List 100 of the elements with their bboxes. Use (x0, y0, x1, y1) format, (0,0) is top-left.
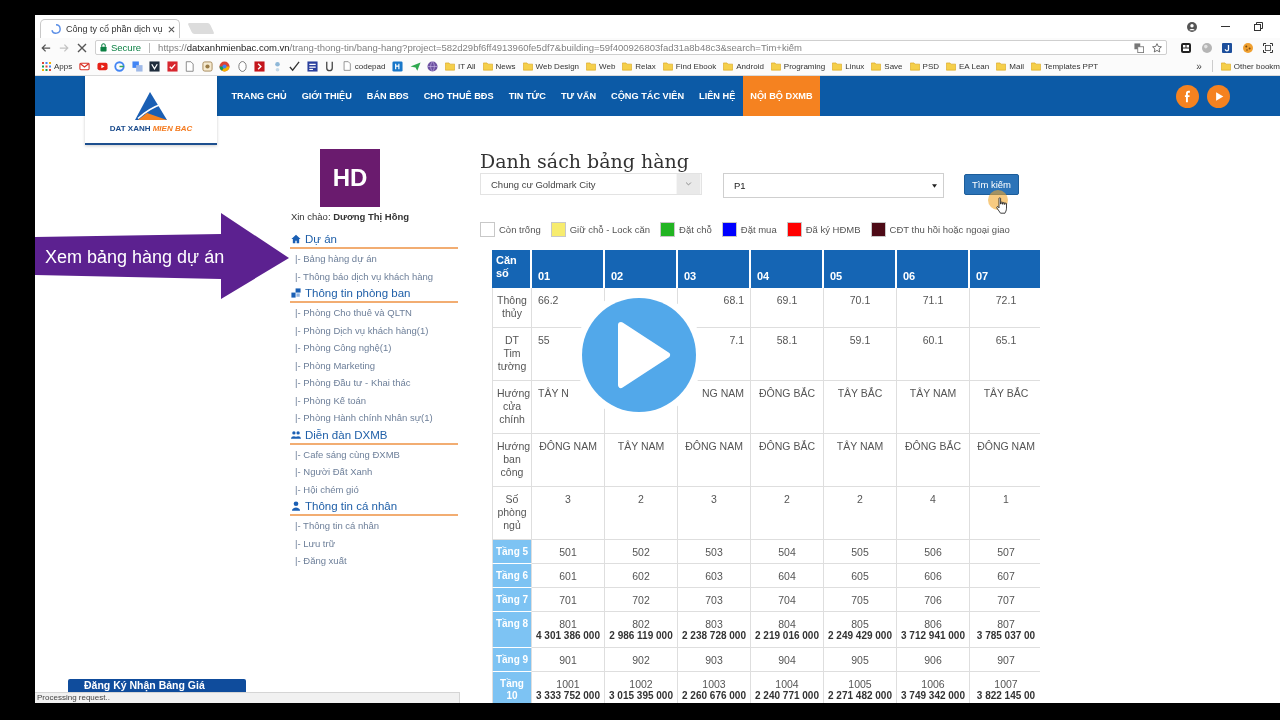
bookmark-link[interactable]: codepad (341, 61, 386, 71)
unit-number[interactable]: 701 (534, 594, 602, 606)
unit-number[interactable]: 506 (899, 546, 967, 558)
unit-number[interactable]: 707 (972, 594, 1040, 606)
unit-number[interactable]: 901 (534, 654, 602, 666)
translate-icon[interactable] (1134, 42, 1144, 53)
unit-number[interactable]: 801 (534, 618, 602, 630)
unit-number[interactable]: 805 (826, 618, 894, 630)
facebook-icon[interactable] (1176, 84, 1199, 108)
unit-number[interactable]: 1002 (607, 678, 675, 690)
bookmark-folder[interactable]: IT All (444, 61, 476, 71)
envelope-icon[interactable] (79, 60, 91, 72)
unit-number[interactable]: 803 (680, 618, 748, 630)
lines-tile-icon[interactable] (306, 60, 318, 72)
unit-number[interactable]: 1007 (972, 678, 1040, 690)
apps-link[interactable]: Apps (42, 61, 73, 71)
logo-card[interactable]: DAT XANH MIEN BAC (85, 76, 217, 145)
bookmark-folder[interactable]: Android (723, 61, 764, 71)
bookmark-folder[interactable]: EA Lean (946, 61, 990, 71)
menu-link[interactable]: |- Cafe sáng cùng ĐXMB (290, 445, 458, 463)
bookmark-folder[interactable]: News (482, 61, 516, 71)
unit-number[interactable]: 704 (753, 594, 821, 606)
unit-number[interactable]: 903 (680, 654, 748, 666)
tile-icon[interactable] (1181, 42, 1191, 53)
unit-number[interactable]: 607 (972, 570, 1040, 582)
more-bookmarks-button[interactable]: » (1196, 60, 1202, 72)
tick-icon[interactable] (289, 60, 301, 72)
nav-link[interactable]: TIN TỨC (501, 76, 554, 116)
tile-icon[interactable] (392, 60, 404, 72)
unit-number[interactable]: 804 (753, 618, 821, 630)
bookmark-folder[interactable]: Relax (622, 61, 656, 71)
unit-number[interactable]: 902 (607, 654, 675, 666)
unit-number[interactable]: 1003 (680, 678, 748, 690)
unit-number[interactable]: 505 (826, 546, 894, 558)
unit-number[interactable]: 705 (826, 594, 894, 606)
bookmark-folder[interactable]: Web Design (522, 61, 580, 71)
unit-number[interactable]: 904 (753, 654, 821, 666)
unit-number[interactable]: 503 (680, 546, 748, 558)
cup-icon[interactable] (324, 60, 336, 72)
project-dropdown[interactable]: Chung cư Goldmark City (480, 173, 702, 195)
unit-number[interactable]: 604 (753, 570, 821, 582)
unit-number[interactable]: 802 (607, 618, 675, 630)
register-button[interactable]: Đăng Ký Nhận Bảng Giá (68, 679, 246, 692)
unit-number[interactable]: 1004 (753, 678, 821, 690)
chevron-tile-icon[interactable] (254, 60, 266, 72)
unit-number[interactable]: 606 (899, 570, 967, 582)
cookie-icon[interactable] (1242, 42, 1253, 53)
frame-icon[interactable] (1263, 42, 1273, 53)
bookmark-folder[interactable]: Find Ebook (662, 61, 717, 71)
restore-icon[interactable] (1254, 22, 1263, 31)
unit-number[interactable]: 807 (972, 618, 1040, 630)
menu-link[interactable]: |- Thông tin cá nhân (290, 517, 458, 535)
menu-link[interactable]: |- Phòng Dịch vụ khách hàng(1) (290, 321, 458, 339)
unit-number[interactable]: 504 (753, 546, 821, 558)
menu-link[interactable]: |- Người Đất Xanh (290, 463, 458, 481)
tile-icon[interactable] (149, 60, 161, 72)
unit-number[interactable]: 905 (826, 654, 894, 666)
page-icon[interactable] (184, 60, 196, 72)
video-play-icon[interactable] (96, 60, 108, 72)
star-icon[interactable] (1152, 42, 1162, 53)
unit-number[interactable]: 601 (534, 570, 602, 582)
send-icon[interactable] (409, 60, 421, 72)
menu-link[interactable]: |- Đăng xuất (290, 552, 458, 570)
nav-link[interactable]: TƯ VẤN (553, 76, 604, 116)
unit-number[interactable]: 806 (899, 618, 967, 630)
ring-icon[interactable] (114, 60, 126, 72)
nav-link[interactable]: LIÊN HỆ (691, 76, 743, 116)
address-bar[interactable]: Secure https://datxanhmienbac.com.vn/trang-thong-tin/bang-hang?project=582d29bf6ff4913960fe5df7&building=59f400926803fad31a8b48c3&search=Tim+kiếm (95, 40, 1167, 55)
unit-number[interactable]: 1001 (534, 678, 602, 690)
globe-icon[interactable] (427, 60, 439, 72)
bookmark-folder[interactable]: Save (871, 61, 903, 71)
unit-number[interactable]: 507 (972, 546, 1040, 558)
nav-link[interactable]: GIỚI THIỆU (294, 76, 360, 116)
account-icon[interactable] (1187, 21, 1197, 32)
check-tile-icon[interactable] (166, 60, 178, 72)
menu-link[interactable]: |- Bảng hàng dự án (290, 250, 458, 268)
unit-number[interactable]: 1005 (826, 678, 894, 690)
unit-number[interactable]: 603 (680, 570, 748, 582)
back-arrow-icon[interactable] (41, 42, 51, 53)
unit-number[interactable]: 501 (534, 546, 602, 558)
menu-link[interactable]: |- Phòng Kế toán (290, 391, 458, 409)
menu-link[interactable]: |- Phòng Đầu tư - Khai thác (290, 374, 458, 392)
unit-number[interactable]: 702 (607, 594, 675, 606)
bookmark-folder[interactable]: PSD (909, 61, 939, 71)
search-button[interactable]: Tìm kiếm (964, 174, 1019, 195)
nav-link[interactable]: TRANG CHỦ (224, 76, 295, 116)
bookmark-folder[interactable]: Web (586, 61, 616, 71)
stop-icon[interactable] (77, 42, 87, 53)
unit-number[interactable]: 907 (972, 654, 1040, 666)
wheel-icon[interactable] (219, 60, 231, 72)
unit-number[interactable]: 605 (826, 570, 894, 582)
nav-link[interactable]: CHO THUÊ BĐS (416, 76, 502, 116)
bookmark-folder[interactable]: Templates PPT (1030, 61, 1099, 71)
menu-link[interactable]: |- Lưu trữ (290, 534, 458, 552)
bookmark-folder[interactable]: Other bookm (1220, 61, 1280, 71)
unit-number[interactable]: 706 (899, 594, 967, 606)
menu-link[interactable]: |- Hội chém gió (290, 480, 458, 498)
unit-number[interactable]: 703 (680, 594, 748, 606)
nav-link[interactable]: BÁN BĐS (359, 76, 417, 116)
unit-number[interactable]: 602 (607, 570, 675, 582)
